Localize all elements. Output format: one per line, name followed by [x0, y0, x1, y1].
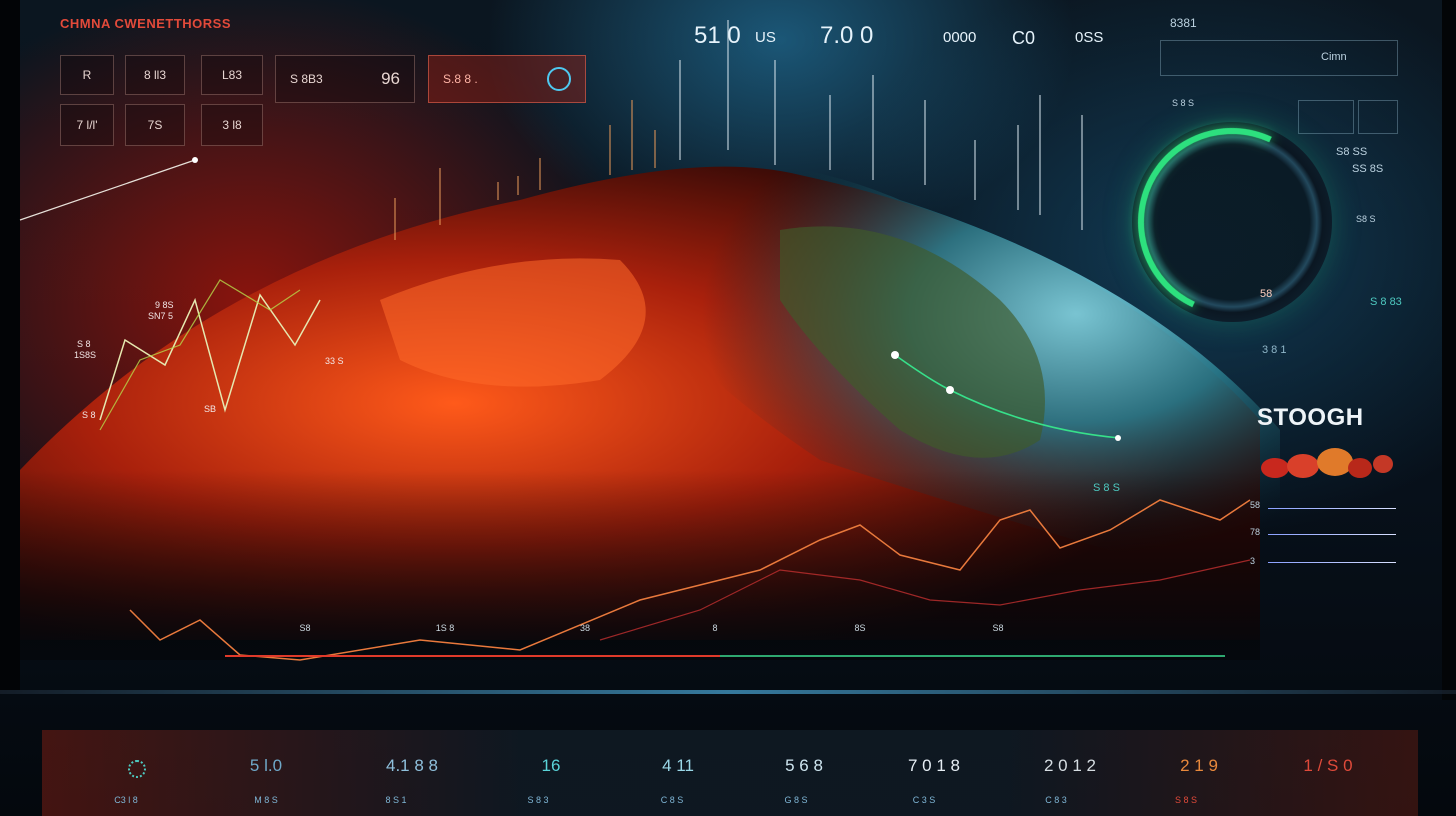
stat-box-7[interactable]: 3 l8: [201, 104, 263, 146]
alert-box-label: S.8 8 .: [443, 72, 478, 86]
fruit-cluster-visual: [1255, 446, 1395, 480]
bottom-stat-value-5: 5 6 8: [785, 756, 823, 775]
stat-box-5[interactable]: 7 l/l': [60, 104, 114, 146]
axis-label-6: S8: [992, 623, 1004, 633]
bottom-stat-value-9: 1 / S 0: [1303, 756, 1353, 775]
right-label-1: S 8 S: [1172, 98, 1195, 108]
bottom-stat-value-3: 16: [541, 756, 561, 775]
stat-box-6[interactable]: 7S: [125, 104, 185, 146]
stat-box-4[interactable]: S 8B3 96: [275, 55, 415, 103]
list-line-3: [1268, 562, 1396, 563]
alert-box[interactable]: S.8 8 .: [428, 55, 586, 103]
stat-box-6-label: 7S: [147, 118, 163, 132]
right-info-box[interactable]: Cimn: [1160, 40, 1398, 76]
bottom-stat-label-6: G 8 S: [784, 795, 808, 805]
axis-label-4: 8: [712, 623, 718, 633]
stough-heading: STOOGH: [1257, 404, 1364, 431]
right-mini-box-1[interactable]: [1298, 100, 1354, 134]
list-label-1: 58: [1250, 500, 1261, 510]
list-label-2: 78: [1250, 527, 1261, 537]
chart-label-3: S 8: [77, 339, 91, 349]
bottom-gear-icon[interactable]: [128, 760, 146, 778]
corner-code: 8381: [1170, 16, 1197, 30]
bottom-stat-label-4: S 8 3: [527, 795, 549, 805]
top-stat-4: 0000: [943, 29, 977, 46]
axis-label-3: 38: [579, 623, 590, 633]
bottom-stat-value-4: 4 11: [662, 756, 694, 775]
gauge-value: 58: [1260, 288, 1273, 300]
bottom-stat-value-1: 5 l.0: [249, 756, 283, 775]
top-stat-2: US: [755, 29, 776, 46]
bottom-stat-value-2: 4.1 8 8: [386, 756, 438, 775]
bottom-stat-label-9: S 8 S: [1174, 795, 1197, 805]
stat-box-4-value: 96: [381, 69, 400, 88]
bottom-stat-label-8: C 8 3: [1045, 795, 1067, 805]
stat-box-7-label: 3 l8: [222, 118, 242, 132]
axis-label-5: 8S: [854, 623, 866, 633]
bottom-stat-label-2: M 8 S: [254, 795, 278, 805]
bottom-stat-label-7: C 3 S: [912, 795, 936, 805]
stat-box-3[interactable]: L83: [201, 55, 263, 95]
chart-label-1: 9 8S: [155, 300, 174, 310]
stat-box-2-label: 8 ll3: [143, 68, 166, 82]
right-label-2: S8 SS: [1336, 146, 1368, 158]
right-label-3: SS 8S: [1352, 163, 1384, 175]
stat-box-1[interactable]: R: [60, 55, 114, 95]
bottom-stat-value-7: 2 0 1 2: [1044, 756, 1096, 775]
right-label-7: S 8 S: [1093, 482, 1120, 494]
stat-box-5-label: 7 l/l': [76, 118, 98, 132]
gauge-dial: 58: [1111, 101, 1353, 343]
bottom-stat-label-3: 8 S 1: [385, 795, 407, 805]
stat-box-3-label: L83: [221, 68, 243, 82]
right-label-5: S 8 83: [1370, 296, 1402, 308]
top-stat-6: 0SS: [1075, 29, 1104, 46]
right-label-6: 3 8 1: [1262, 344, 1287, 356]
list-label-3: 3: [1250, 556, 1256, 566]
chart-label-2: SN7 5: [148, 311, 174, 321]
right-info-box-label: Cimn: [1321, 51, 1347, 63]
top-stat-3: 7.0 0: [820, 22, 874, 49]
bottom-stat-label-5: C 8 S: [660, 795, 684, 805]
status-ring-icon: [547, 67, 571, 91]
list-line-1: [1268, 508, 1396, 509]
top-stat-5: C0: [1012, 28, 1036, 48]
screen-divider: [0, 690, 1456, 694]
stat-box-4-label: S 8B3: [290, 72, 323, 86]
bottom-stat-label-1: C3 l 8: [114, 795, 138, 805]
chart-label-7: SB: [204, 404, 217, 414]
axis-label-2: 1S 8: [435, 623, 455, 633]
right-mini-box-2[interactable]: [1358, 100, 1398, 134]
axis-label-1: S8: [299, 623, 311, 633]
stat-box-1-label: R: [82, 68, 92, 82]
app-title: CHMNA CWENETTHORSS: [60, 16, 232, 31]
chart-label-5: S 8: [82, 410, 96, 420]
bottom-stat-value-8: 2 1 9: [1180, 756, 1218, 775]
dashboard-screen: CHMNA CWENETTHORSS R 8 ll3 L83 S 8B3 96 …: [0, 0, 1456, 816]
stat-box-2[interactable]: 8 ll3: [125, 55, 185, 95]
top-stat-1: 51 0: [694, 22, 741, 49]
bottom-stat-value-6: 7 0 1 8: [908, 756, 960, 775]
list-line-2: [1268, 534, 1396, 535]
chart-label-6: 33 S: [325, 356, 344, 366]
right-label-4: S8 S: [1356, 214, 1376, 224]
chart-label-4: 1S8S: [74, 350, 97, 360]
